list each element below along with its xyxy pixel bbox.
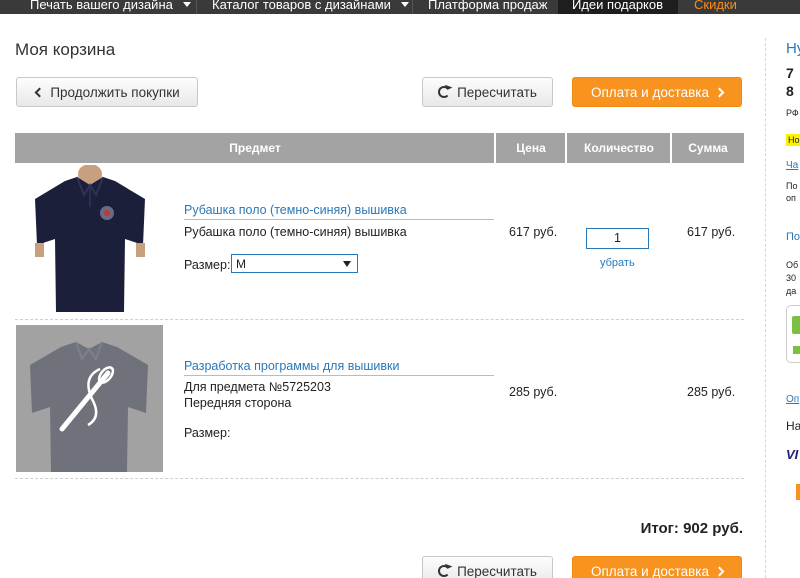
product-image-polo[interactable] (27, 164, 153, 313)
sidebar-text: Об (786, 260, 799, 270)
product-image-embroidery[interactable] (16, 325, 163, 472)
size-label: Размер: (184, 426, 231, 440)
sidebar-badge: Но (786, 134, 800, 146)
refresh-icon (438, 86, 451, 98)
quantity-input[interactable]: 1 (586, 228, 649, 249)
nav-item-gifts[interactable]: Идеи подарков (572, 0, 663, 14)
checkout-button-bottom[interactable]: Оплата и доставка (572, 556, 742, 578)
title-underline (184, 375, 494, 376)
continue-shopping-button[interactable]: Продолжить покупки (16, 77, 198, 107)
nav-divider (196, 0, 197, 14)
sidebar-link[interactable]: Оп (786, 394, 799, 405)
product-price: 617 руб. (509, 225, 558, 239)
nav-item-label: Каталог товаров с дизайнами (212, 0, 391, 12)
visa-logo-icon: VI (786, 447, 799, 462)
chevron-right-icon (714, 566, 725, 576)
nav-item-label: Скидки (694, 0, 737, 12)
product-title-link[interactable]: Рубашка поло (темно-синяя) вышивка (184, 203, 407, 217)
sidebar-text: На (786, 419, 800, 433)
badge-icon (792, 316, 800, 334)
chevron-down-icon (400, 2, 409, 7)
sidebar-link[interactable]: Ча (786, 160, 798, 171)
checkout-button[interactable]: Оплата и доставка (572, 77, 742, 107)
header-item: Предмет (229, 141, 281, 155)
page-title: Моя корзина (15, 40, 116, 59)
sidebar-text: 30 (786, 273, 797, 283)
row-divider (15, 478, 744, 479)
checkout-label: Оплата и доставка (590, 563, 710, 578)
sidebar-phone-2: 8 (786, 83, 794, 99)
nav-divider (412, 0, 413, 14)
chevron-down-icon (182, 2, 191, 7)
badge-icon (793, 346, 800, 354)
refresh-icon (438, 565, 451, 577)
nav-item-platform[interactable]: Платформа продаж (428, 0, 548, 14)
recalculate-button[interactable]: Пересчитать (422, 77, 553, 107)
continue-shopping-label: Продолжить покупки (50, 84, 180, 100)
cart-table-header: Предмет Цена Количество Сумма (15, 133, 744, 163)
size-select-value: M (236, 256, 246, 271)
nav-item-catalog[interactable]: Каталог товаров с дизайнами (212, 0, 409, 14)
header-sum: Сумма (688, 141, 728, 155)
polo-shirt-image (27, 164, 153, 313)
sidebar-text: По (786, 181, 798, 191)
recalculate-button-bottom[interactable]: Пересчитать (422, 556, 553, 578)
nav-item-label: Идеи подарков (572, 0, 664, 12)
sidebar-widget-frame (786, 305, 800, 363)
sidebar-heading: Ну (786, 40, 800, 57)
size-select[interactable]: M (231, 254, 358, 273)
product-sum: 285 руб. (687, 385, 736, 399)
chevron-right-icon (714, 87, 725, 97)
sidebar-phone-1: 7 (786, 65, 794, 81)
product-description-line1: Для предмета №5725203 (184, 380, 331, 394)
product-description-line2: Передняя сторона (184, 396, 292, 410)
product-price: 285 руб. (509, 385, 558, 399)
sidebar-divider (765, 38, 766, 578)
recalculate-label: Пересчитать (457, 84, 537, 100)
header-quantity: Количество (584, 141, 654, 155)
size-label: Размер: (184, 258, 231, 272)
remove-link[interactable]: убрать (600, 257, 635, 269)
recalculate-label: Пересчитать (457, 563, 537, 578)
sidebar-text: РФ (786, 108, 799, 118)
order-total: Итог: 902 руб. (640, 520, 743, 537)
chevron-down-icon (343, 261, 351, 267)
checkout-label: Оплата и доставка (590, 84, 710, 100)
row-divider (15, 319, 744, 320)
sidebar-text: оп (786, 193, 796, 203)
sidebar-subheading: По (786, 231, 800, 243)
product-description: Рубашка поло (темно-синяя) вышивка (184, 225, 407, 239)
nav-item-label: Печать вашего дизайна (30, 0, 173, 12)
chevron-left-icon (34, 87, 45, 97)
nav-item-label: Платформа продаж (428, 0, 548, 12)
product-title-link[interactable]: Разработка программы для вышивки (184, 359, 399, 373)
header-price: Цена (516, 141, 546, 155)
sidebar-orange-mark (796, 484, 800, 500)
title-underline (184, 219, 494, 220)
product-sum: 617 руб. (687, 225, 736, 239)
nav-item-sale[interactable]: Скидки (694, 0, 737, 14)
sidebar-text: да (786, 286, 797, 296)
nav-item-print[interactable]: Печать вашего дизайна (30, 0, 191, 14)
embroidery-program-image (16, 325, 163, 472)
top-nav: Печать вашего дизайна Каталог товаров с … (0, 0, 800, 14)
